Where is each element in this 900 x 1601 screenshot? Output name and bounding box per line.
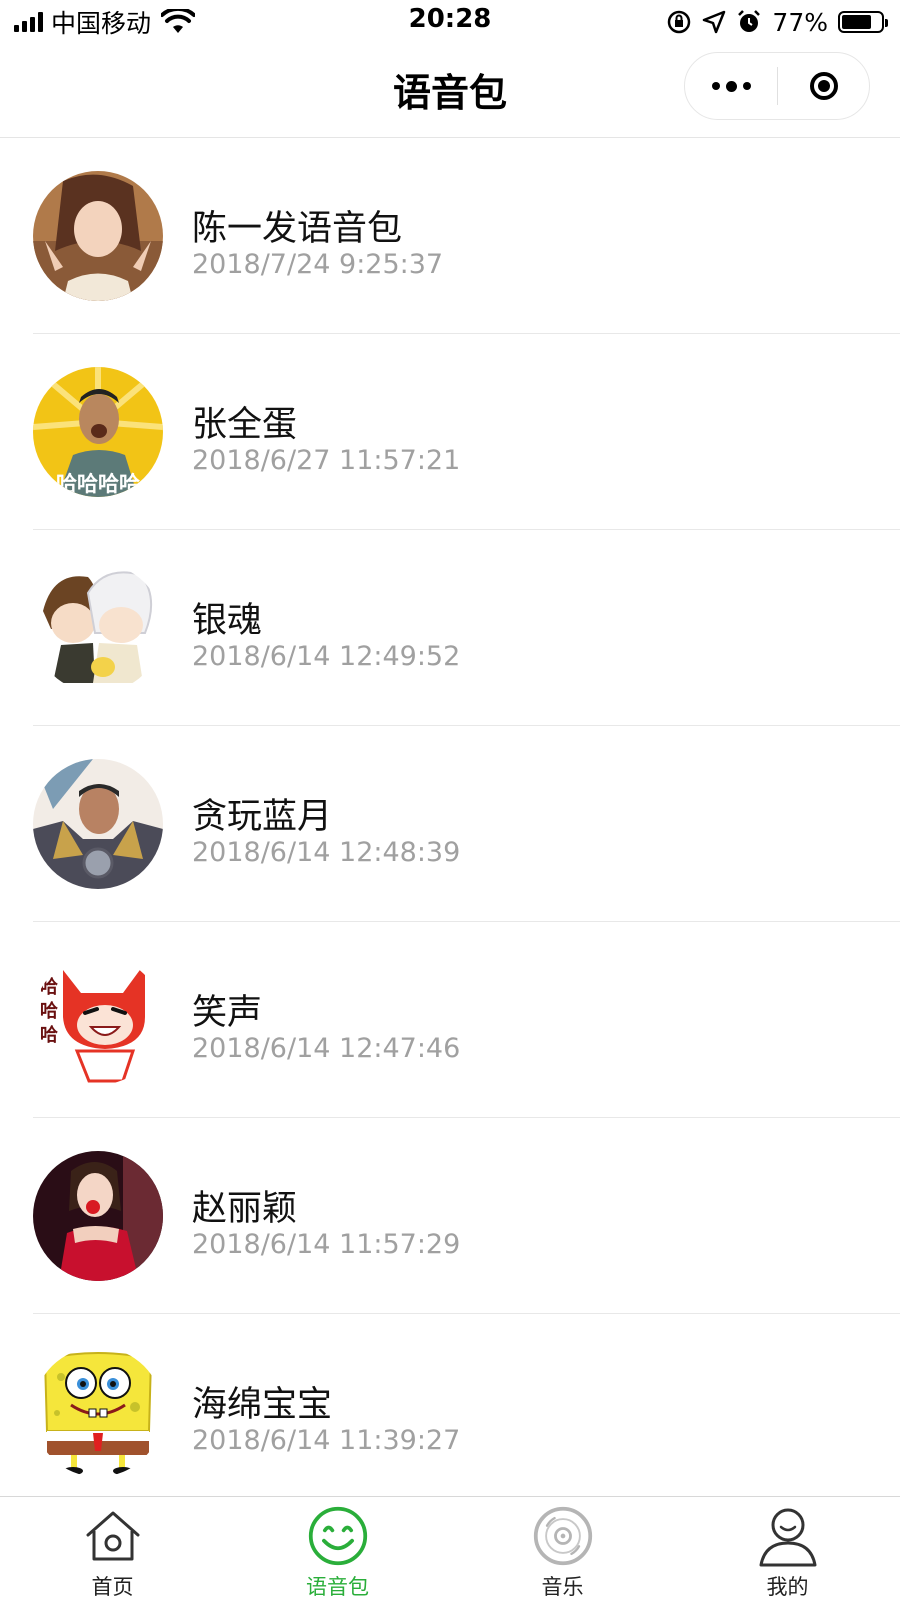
avatar	[33, 1151, 163, 1281]
avatar	[33, 1347, 163, 1477]
voice-pack-name: 赵丽颖	[192, 1189, 298, 1229]
tab-bar: 首页 语音包 音乐 我的	[0, 1496, 900, 1600]
voice-pack-time: 2018/6/14 12:48:39	[192, 837, 461, 868]
voice-pack-name: 海绵宝宝	[192, 1385, 333, 1425]
voice-pack-name: 银魂	[192, 601, 263, 641]
voice-pack-item[interactable]: 赵丽颖 2018/6/14 11:57:29	[0, 1118, 900, 1314]
tab-label: 语音包	[306, 1575, 369, 1599]
battery-percent: 77%	[772, 7, 828, 37]
tab-home[interactable]: 首页	[0, 1497, 225, 1600]
tab-music[interactable]: 音乐	[450, 1497, 675, 1600]
avatar	[33, 171, 163, 301]
battery-icon	[838, 11, 888, 33]
voice-pack-name: 陈一发语音包	[192, 209, 403, 249]
tab-label: 我的	[766, 1575, 809, 1599]
status-bar-right: 77%	[666, 6, 888, 38]
alarm-icon	[738, 10, 761, 32]
status-bar: 中国移动 20:28 77%	[0, 0, 900, 44]
more-dot	[711, 82, 720, 90]
voice-pack-item[interactable]: 贪玩蓝月 2018/6/14 12:48:39	[0, 726, 900, 922]
voice-pack-name: 张全蛋	[192, 405, 298, 445]
avatar	[33, 563, 163, 693]
more-button[interactable]	[685, 53, 777, 119]
avatar-text: 哈	[40, 1024, 58, 1046]
voice-pack-time: 2018/6/14 11:39:27	[192, 1425, 461, 1456]
voice-pack-time: 2018/6/14 12:49:52	[192, 641, 461, 672]
tab-voice-pack[interactable]: 语音包	[225, 1497, 450, 1600]
tab-label: 音乐	[541, 1575, 584, 1599]
more-dot	[725, 80, 737, 92]
avatar-text: 哈	[40, 1000, 58, 1022]
tab-mine[interactable]: 我的	[675, 1497, 900, 1600]
voice-pack-item[interactable]: 陈一发语音包 2018/7/24 9:25:37	[0, 138, 900, 334]
avatar	[33, 759, 163, 889]
voice-pack-time: 2018/7/24 9:25:37	[192, 249, 444, 280]
voice-pack-time: 2018/6/27 11:57:21	[192, 445, 461, 476]
avatar-image	[33, 759, 163, 889]
voice-pack-list: 陈一发语音包 2018/7/24 9:25:37 哈哈哈哈 张全蛋 2018/6…	[0, 138, 900, 1496]
close-miniprogram-button[interactable]	[778, 53, 869, 119]
disc-icon	[532, 1505, 594, 1567]
voice-pack-item[interactable]: 海绵宝宝 2018/6/14 11:39:27	[0, 1314, 900, 1496]
battery-nub	[885, 19, 888, 27]
voice-pack-time: 2018/6/14 11:57:29	[192, 1229, 461, 1260]
miniprogram-capsule	[684, 52, 870, 120]
orientation-lock-icon	[668, 10, 691, 34]
avatar-image: 哈哈哈哈	[33, 367, 163, 497]
avatar-text: 哈	[40, 976, 58, 998]
more-dot	[742, 82, 751, 90]
close-miniprogram-icon	[809, 72, 838, 100]
avatar-image	[33, 563, 163, 693]
avatar-text: 哈哈哈哈	[56, 472, 140, 496]
navigation-bar: 语音包	[0, 44, 900, 138]
voice-pack-item[interactable]: 哈 哈 哈 笑声 2018/6/14 12:47:46	[0, 922, 900, 1118]
avatar-image: 哈 哈 哈	[33, 955, 163, 1085]
location-icon	[703, 10, 726, 34]
voice-pack-time: 2018/6/14 12:47:46	[192, 1033, 461, 1064]
voice-pack-name: 贪玩蓝月	[192, 797, 333, 837]
voice-pack-item[interactable]: 银魂 2018/6/14 12:49:52	[0, 530, 900, 726]
avatar-image	[33, 1151, 163, 1281]
avatar-image	[33, 1347, 163, 1477]
avatar: 哈哈哈哈	[33, 367, 163, 497]
avatar: 哈 哈 哈	[33, 955, 163, 1085]
voice-pack-item[interactable]: 哈哈哈哈 张全蛋 2018/6/27 11:57:21	[0, 334, 900, 530]
voice-pack-name: 笑声	[192, 993, 263, 1033]
battery-fill	[842, 15, 871, 29]
user-icon	[757, 1505, 819, 1567]
tab-label: 首页	[91, 1575, 134, 1599]
smile-icon	[307, 1505, 369, 1567]
home-icon	[82, 1505, 144, 1567]
avatar-image	[33, 171, 163, 301]
